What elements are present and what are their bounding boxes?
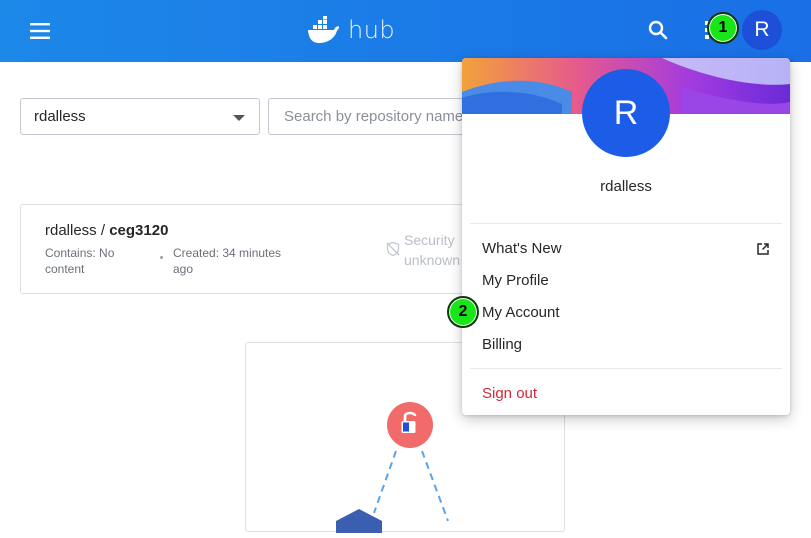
menu-item-label: My Profile [482,271,549,289]
chevron-down-icon [233,115,245,121]
security-status: Security unknown [404,230,460,270]
menu-icon[interactable] [26,18,54,44]
search-placeholder: Search by repository name [284,108,464,125]
profile-avatar: R [582,69,670,157]
avatar-initial: R [754,18,770,41]
namespace-select-value: rdalless [34,108,86,125]
docker-hub-logo[interactable]: hub [306,12,395,48]
menu-item-label: What's New [482,239,562,257]
repository-title: rdalless / ceg3120 [45,222,168,239]
security-off-icon [386,241,400,257]
step-marker-label: 1 [718,19,728,36]
sign-out-label: Sign out [482,384,538,402]
repository-created: Created: 34 minutes ago [173,246,282,276]
account-dropdown-menu: R rdalless What's New My Profile My Acco… [462,58,790,415]
menu-item-my-account[interactable]: My Account [482,300,772,324]
menu-item-billing[interactable]: Billing [482,332,772,356]
user-avatar-button[interactable]: R [742,10,782,50]
repository-name: ceg3120 [109,222,169,239]
repository-contains: Contains: No content [45,246,115,276]
menu-item-sign-out[interactable]: Sign out [482,381,772,405]
step-marker-label: 2 [458,303,468,320]
menu-item-whats-new[interactable]: What's New [482,236,772,260]
step-marker-2: 2 [447,296,479,328]
repository-search-input[interactable]: Search by repository name [268,98,468,135]
profile-username: rdalless [600,178,652,195]
repository-card[interactable]: rdalless / ceg3120 Contains: No content … [20,204,470,294]
meta-separator-dot [160,256,163,259]
profile-avatar-initial: R [613,93,639,132]
external-link-icon [757,243,769,255]
menu-item-my-profile[interactable]: My Profile [482,268,772,292]
repository-namespace: rdalless [45,222,97,239]
docker-whale-icon [308,16,339,43]
repository-separator: / [96,222,110,239]
menu-item-label: Billing [482,335,523,353]
security-status-line2: unknown [404,252,461,268]
logo-text: hub [348,16,396,44]
search-icon[interactable] [644,16,672,44]
security-status-line1: Security [404,232,455,248]
namespace-select[interactable]: rdalless [20,98,260,135]
step-marker-1: 1 [707,12,739,44]
menu-item-label: My Account [482,303,560,321]
top-navigation-bar: hub R [0,0,811,62]
menu-divider [470,368,782,369]
menu-divider [470,223,782,224]
